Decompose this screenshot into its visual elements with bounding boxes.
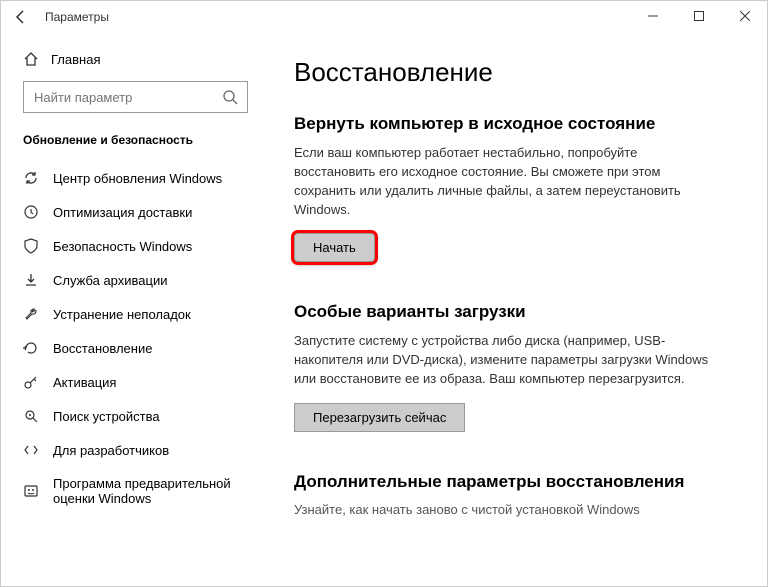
sidebar-item-label: Программа предварительной оценки Windows	[53, 476, 248, 506]
titlebar: Параметры	[1, 1, 767, 33]
sidebar-item-label: Оптимизация доставки	[53, 205, 192, 220]
sidebar-item-find-device[interactable]: Поиск устройства	[1, 399, 270, 433]
recovery-icon	[23, 340, 39, 356]
sidebar-item-label: Для разработчиков	[53, 443, 169, 458]
search-icon	[222, 89, 238, 105]
reset-pc-title: Вернуть компьютер в исходное состояние	[294, 114, 747, 134]
home-icon	[23, 51, 39, 67]
key-icon	[23, 374, 39, 390]
sidebar-item-delivery-optimization[interactable]: Оптимизация доставки	[1, 195, 270, 229]
sidebar-item-windows-update[interactable]: Центр обновления Windows	[1, 161, 270, 195]
advanced-startup-section: Особые варианты загрузки Запустите систе…	[294, 302, 747, 432]
backup-icon	[23, 272, 39, 288]
maximize-button[interactable]	[676, 0, 722, 32]
shield-icon	[23, 238, 39, 254]
sidebar-item-label: Поиск устройства	[53, 409, 160, 424]
sidebar-section-title: Обновление и безопасность	[1, 123, 270, 161]
sidebar-item-insider[interactable]: Программа предварительной оценки Windows	[1, 467, 270, 515]
sidebar-item-troubleshoot[interactable]: Устранение неполадок	[1, 297, 270, 331]
search-input[interactable]	[23, 81, 248, 113]
advanced-startup-desc: Запустите систему с устройства либо диск…	[294, 332, 714, 389]
fresh-start-link[interactable]: Узнайте, как начать заново с чистой уста…	[294, 502, 747, 517]
reset-pc-desc: Если ваш компьютер работает нестабильно,…	[294, 144, 714, 219]
sidebar-item-label: Восстановление	[53, 341, 152, 356]
developer-icon	[23, 442, 39, 458]
sidebar-item-label: Устранение неполадок	[53, 307, 191, 322]
sidebar-item-label: Безопасность Windows	[53, 239, 192, 254]
sidebar-item-label: Активация	[53, 375, 116, 390]
close-button[interactable]	[722, 0, 768, 32]
sidebar-item-activation[interactable]: Активация	[1, 365, 270, 399]
insider-icon	[23, 483, 39, 499]
delivery-icon	[23, 204, 39, 220]
advanced-startup-title: Особые варианты загрузки	[294, 302, 747, 322]
content-area: Восстановление Вернуть компьютер в исход…	[270, 33, 767, 586]
more-recovery-section: Дополнительные параметры восстановления …	[294, 472, 747, 517]
find-icon	[23, 408, 39, 424]
sync-icon	[23, 170, 39, 186]
search-box[interactable]	[23, 81, 248, 113]
window-title: Параметры	[45, 10, 109, 24]
restart-now-button[interactable]: Перезагрузить сейчас	[294, 403, 465, 432]
reset-pc-section: Вернуть компьютер в исходное состояние Е…	[294, 114, 747, 262]
sidebar-item-windows-security[interactable]: Безопасность Windows	[1, 229, 270, 263]
sidebar-item-backup[interactable]: Служба архивации	[1, 263, 270, 297]
sidebar: Главная Обновление и безопасность Центр …	[1, 33, 270, 586]
reset-pc-button[interactable]: Начать	[294, 233, 375, 262]
page-title: Восстановление	[294, 57, 747, 88]
sidebar-item-label: Служба архивации	[53, 273, 168, 288]
back-icon[interactable]	[13, 9, 29, 25]
sidebar-home-label: Главная	[51, 52, 100, 67]
sidebar-item-developers[interactable]: Для разработчиков	[1, 433, 270, 467]
minimize-button[interactable]	[630, 0, 676, 32]
sidebar-item-recovery[interactable]: Восстановление	[1, 331, 270, 365]
sidebar-home[interactable]: Главная	[1, 43, 270, 75]
wrench-icon	[23, 306, 39, 322]
more-recovery-title: Дополнительные параметры восстановления	[294, 472, 747, 492]
sidebar-item-label: Центр обновления Windows	[53, 171, 222, 186]
